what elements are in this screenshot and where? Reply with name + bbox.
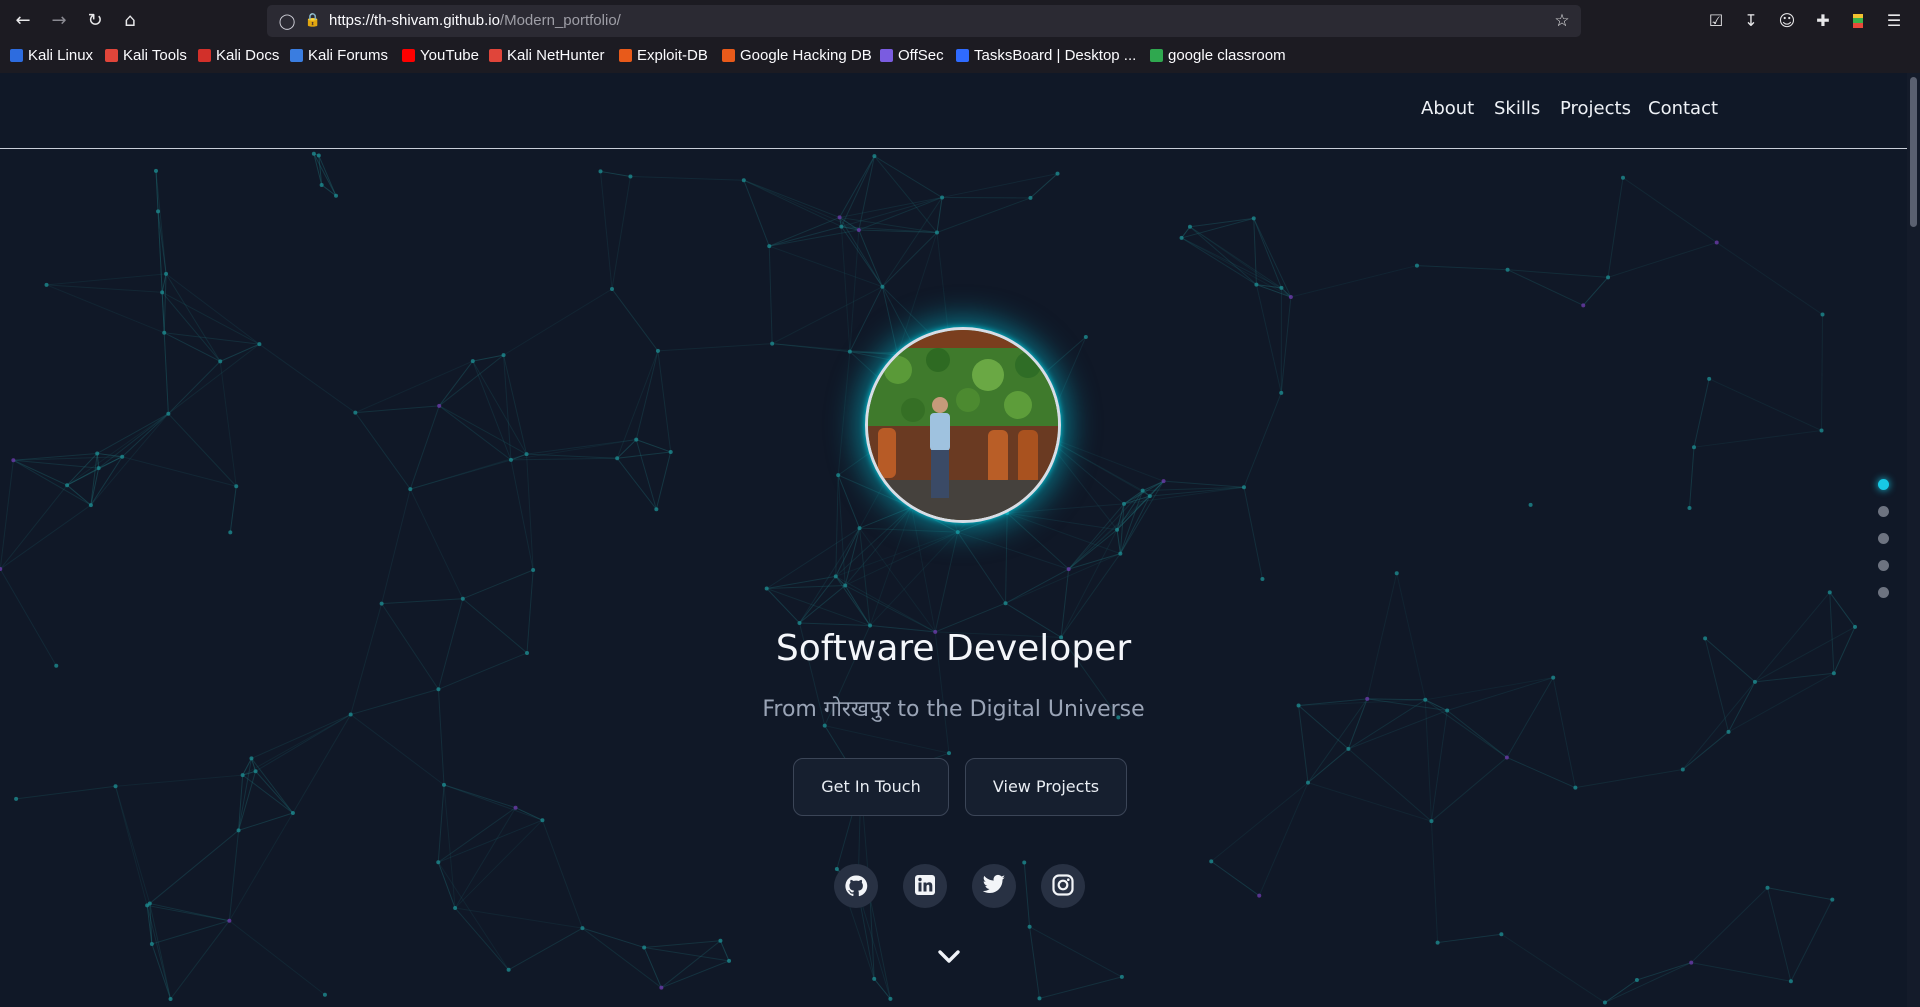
hero-subtitle: From गोरखपुर to the Digital Universe <box>762 697 1145 722</box>
reload-icon[interactable]: ↻ <box>83 9 107 33</box>
site-navbar: About Skills Projects Contact <box>0 73 1907 149</box>
bookmark-favicon-icon <box>880 49 893 62</box>
shield-icon[interactable]: ◯ <box>277 11 297 31</box>
nav-skills-link[interactable]: Skills <box>1494 98 1540 119</box>
section-dot-2[interactable] <box>1878 506 1889 517</box>
bookmark-star-icon[interactable]: ☆ <box>1551 10 1573 32</box>
bookmark-label: Kali Docs <box>216 47 280 64</box>
bookmark-favicon-icon <box>722 49 735 62</box>
url-path: /Modern_portfolio/ <box>499 12 621 29</box>
bookmark-google-hacking-db[interactable]: Google Hacking DB <box>722 44 872 68</box>
section-dot-1[interactable] <box>1878 479 1889 490</box>
bookmark-kali-tools[interactable]: Kali Tools <box>105 44 187 68</box>
menu-icon[interactable]: ☰ <box>1882 9 1906 33</box>
bookmark-label: Exploit-DB <box>637 47 708 64</box>
bookmark-label: Kali Tools <box>123 47 187 64</box>
bookmark-label: google classroom <box>1168 47 1286 64</box>
bookmarks-bar: Kali Linux Kali Tools Kali Docs Kali Forums… <box>0 44 1920 68</box>
section-dot-4[interactable] <box>1878 560 1889 571</box>
forward-icon[interactable]: → <box>47 9 71 33</box>
nav-projects-link[interactable]: Projects <box>1560 98 1631 119</box>
twitter-icon[interactable] <box>972 864 1016 908</box>
account-icon[interactable]: ☺ <box>1775 9 1799 33</box>
bookmark-favicon-icon <box>290 49 303 62</box>
bookmark-youtube[interactable]: YouTube <box>402 44 479 68</box>
bookmark-exploit-db[interactable]: Exploit-DB <box>619 44 708 68</box>
bookmark-label: Kali NetHunter <box>507 47 605 64</box>
bookmark-favicon-icon <box>198 49 211 62</box>
extension-colorful-icon[interactable] <box>1846 9 1870 33</box>
bookmark-label: YouTube <box>420 47 479 64</box>
bookmark-favicon-icon <box>489 49 502 62</box>
extensions-icon[interactable]: ✚ <box>1811 9 1835 33</box>
scrollbar-thumb[interactable] <box>1910 77 1917 227</box>
home-icon[interactable]: ⌂ <box>118 9 142 33</box>
profile-avatar <box>865 327 1061 523</box>
bookmark-favicon-icon <box>1150 49 1163 62</box>
bookmark-favicon-icon <box>956 49 969 62</box>
bookmark-offsec[interactable]: OffSec <box>880 44 944 68</box>
bookmark-favicon-icon <box>105 49 118 62</box>
instagram-icon[interactable] <box>1041 864 1085 908</box>
pocket-icon[interactable]: ☑ <box>1704 9 1728 33</box>
view-projects-button[interactable]: View Projects <box>965 758 1127 816</box>
nav-about-link[interactable]: About <box>1421 98 1474 119</box>
download-icon[interactable]: ↧ <box>1739 9 1763 33</box>
bookmark-kali-docs[interactable]: Kali Docs <box>198 44 279 68</box>
bookmark-favicon-icon <box>619 49 632 62</box>
get-in-touch-button[interactable]: Get In Touch <box>793 758 949 816</box>
page-viewport: About Skills Projects Contact Software D… <box>0 73 1907 1007</box>
url-host: https://th-shivam.github.io <box>329 12 500 29</box>
bookmark-favicon-icon <box>402 49 415 62</box>
github-icon[interactable] <box>834 864 878 908</box>
browser-toolbar: ← → ↻ ⌂ ◯ 🔒 https://th-shivam.github.io/… <box>0 0 1920 42</box>
page-scrollbar[interactable] <box>1907 73 1920 1007</box>
hero-title: Software Developer <box>775 628 1132 669</box>
bookmark-label: Kali Linux <box>28 47 94 64</box>
bookmark-kali-nethunter[interactable]: Kali NetHunter <box>489 44 605 68</box>
back-icon[interactable]: ← <box>11 9 35 33</box>
bookmark-tasksboard-desktop[interactable]: TasksBoard | Desktop ... <box>956 44 1136 68</box>
bookmark-kali-forums[interactable]: Kali Forums <box>290 44 388 68</box>
linkedin-icon[interactable] <box>903 864 947 908</box>
lock-icon[interactable]: 🔒 <box>303 11 323 31</box>
bookmark-google-classroom[interactable]: google classroom <box>1150 44 1286 68</box>
nav-contact-link[interactable]: Contact <box>1648 98 1718 119</box>
bookmark-favicon-icon <box>10 49 23 62</box>
chevron-down-icon[interactable] <box>935 945 963 969</box>
section-dot-5[interactable] <box>1878 587 1889 598</box>
browser-chrome: ← → ↻ ⌂ ◯ 🔒 https://th-shivam.github.io/… <box>0 0 1920 73</box>
bookmark-label: TasksBoard | Desktop ... <box>974 47 1137 64</box>
address-bar[interactable]: ◯ 🔒 https://th-shivam.github.io/Modern_p… <box>267 5 1581 37</box>
url-text[interactable]: https://th-shivam.github.io/Modern_portf… <box>329 12 621 29</box>
bookmark-label: Google Hacking DB <box>740 47 872 64</box>
bookmark-label: OffSec <box>898 47 944 64</box>
bookmark-kali-linux[interactable]: Kali Linux <box>10 44 93 68</box>
section-dot-3[interactable] <box>1878 533 1889 544</box>
bookmark-label: Kali Forums <box>308 47 389 64</box>
network-background <box>0 151 1857 1005</box>
